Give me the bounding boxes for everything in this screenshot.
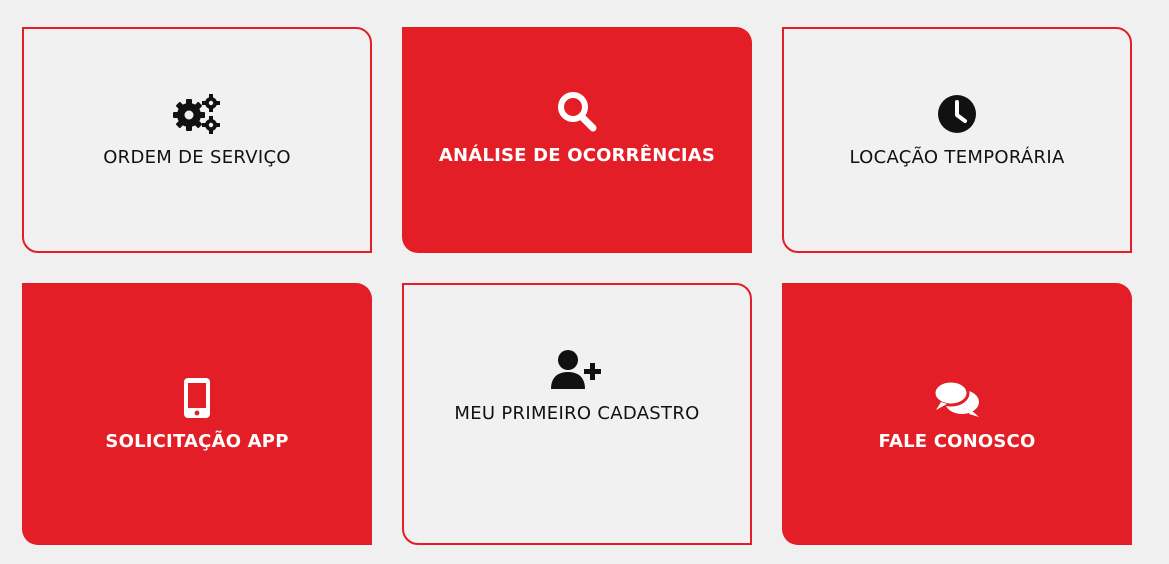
card-meu-primeiro-cadastro[interactable]: MEU PRIMEIRO CADASTRO <box>402 283 752 545</box>
search-icon <box>556 91 598 133</box>
clock-icon <box>936 93 978 135</box>
card-label: ANÁLISE DE OCORRÊNCIAS <box>438 145 716 166</box>
card-locacao-temporaria[interactable]: LOCAÇÃO TEMPORÁRIA <box>782 27 1132 253</box>
card-label: FALE CONOSCO <box>878 431 1036 452</box>
card-label: MEU PRIMEIRO CADASTRO <box>454 403 700 424</box>
card-label: SOLICITAÇÃO APP <box>105 431 289 452</box>
card-label: LOCAÇÃO TEMPORÁRIA <box>849 147 1065 168</box>
services-grid: ORDEM DE SERVIÇO ANÁLISE DE OCORRÊNCIAS … <box>0 0 1169 564</box>
card-ordem-de-servico[interactable]: ORDEM DE SERVIÇO <box>22 27 372 253</box>
chat-bubbles-icon <box>933 377 981 419</box>
card-label: ORDEM DE SERVIÇO <box>103 147 291 168</box>
gears-icon <box>171 93 223 135</box>
card-solicitacao-app[interactable]: SOLICITAÇÃO APP <box>22 283 372 545</box>
card-analise-de-ocorrencias[interactable]: ANÁLISE DE OCORRÊNCIAS <box>402 27 752 253</box>
mobile-phone-icon <box>182 377 212 419</box>
card-fale-conosco[interactable]: FALE CONOSCO <box>782 283 1132 545</box>
user-plus-icon <box>550 349 604 391</box>
